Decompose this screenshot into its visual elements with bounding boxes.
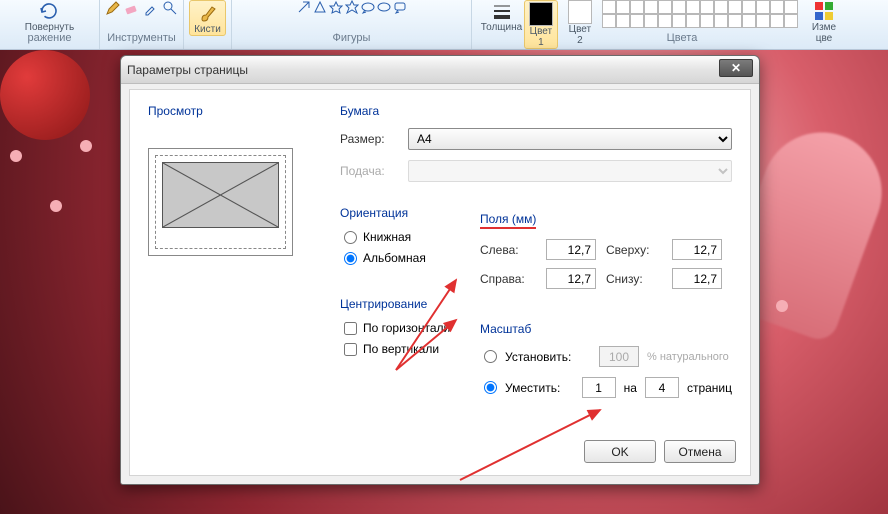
margin-right-label: Справа: — [480, 272, 536, 286]
color2-label: Цвет 2 — [569, 24, 591, 46]
picker-icon[interactable] — [143, 0, 159, 16]
brushes-button[interactable]: Кисти — [189, 0, 226, 36]
color1-button[interactable]: Цвет 1 — [524, 0, 558, 49]
rotate-button[interactable]: Повернуть — [21, 0, 78, 33]
pencil-icon[interactable] — [105, 0, 121, 16]
brushes-label: Кисти — [194, 24, 221, 35]
magnifier-icon[interactable] — [162, 0, 178, 16]
margin-bottom-input[interactable] — [672, 268, 722, 289]
dialog-titlebar[interactable]: Параметры страницы ✕ — [121, 56, 759, 84]
fit-height-input[interactable] — [645, 377, 679, 398]
scale-set[interactable]: Установить: % натурального — [484, 346, 732, 367]
margin-top-label: Сверху: — [606, 243, 662, 257]
margin-bottom-label: Снизу: — [606, 272, 662, 286]
ribbon-group-colors-label: Цвета — [667, 32, 698, 44]
size-combo[interactable]: A4 — [408, 128, 732, 150]
scale-set-input — [599, 346, 639, 367]
edit-colors-label: Изме цве — [812, 22, 836, 44]
ribbon-group-tools-label: Инструменты — [107, 32, 176, 44]
scale-heading: Масштаб — [480, 322, 732, 336]
cancel-button[interactable]: Отмена — [664, 440, 736, 463]
margin-top-input[interactable] — [672, 239, 722, 260]
feed-label: Подача: — [340, 164, 400, 178]
margin-left-input[interactable] — [546, 239, 596, 260]
fit-width-input[interactable] — [582, 377, 616, 398]
dialog-title: Параметры страницы — [127, 63, 248, 77]
ribbon-group-shapes-label: Фигуры — [333, 32, 371, 44]
preview-heading: Просмотр — [148, 104, 318, 118]
close-icon: ✕ — [731, 61, 741, 75]
size-label: Размер: — [340, 132, 400, 146]
margins-heading: Поля (мм) — [480, 212, 722, 229]
close-button[interactable]: ✕ — [719, 59, 753, 77]
color-palette[interactable] — [602, 0, 802, 28]
ok-button[interactable]: OK — [584, 440, 656, 463]
color2-button[interactable]: Цвет 2 — [564, 0, 596, 46]
thickness-icon — [491, 0, 513, 22]
ribbon: Повернуть ражение Инструменты Кисти — [0, 0, 888, 50]
thickness-button[interactable]: Толщина — [477, 0, 526, 33]
margin-left-label: Слева: — [480, 243, 536, 257]
color1-label: Цвет 1 — [530, 26, 552, 48]
centering-heading: Центрирование — [340, 297, 732, 311]
preview-box — [148, 148, 293, 256]
thickness-label: Толщина — [481, 22, 522, 33]
brush-icon — [197, 2, 219, 24]
edit-colors-button[interactable]: Изме цве — [808, 0, 840, 44]
page-setup-dialog: Параметры страницы ✕ Просмотр Бумага Раз… — [120, 55, 760, 485]
ribbon-group-image-label: ражение — [27, 32, 71, 44]
rotate-icon — [38, 0, 60, 22]
eraser-icon[interactable] — [124, 0, 140, 16]
palette-icon — [813, 0, 835, 22]
scale-fit[interactable]: Уместить: на страниц — [484, 377, 732, 398]
paper-heading: Бумага — [340, 104, 732, 118]
color1-swatch — [529, 2, 553, 26]
feed-combo — [408, 160, 732, 182]
color2-swatch — [568, 0, 592, 24]
margin-right-input[interactable] — [546, 268, 596, 289]
shapes-gallery[interactable] — [297, 0, 407, 30]
